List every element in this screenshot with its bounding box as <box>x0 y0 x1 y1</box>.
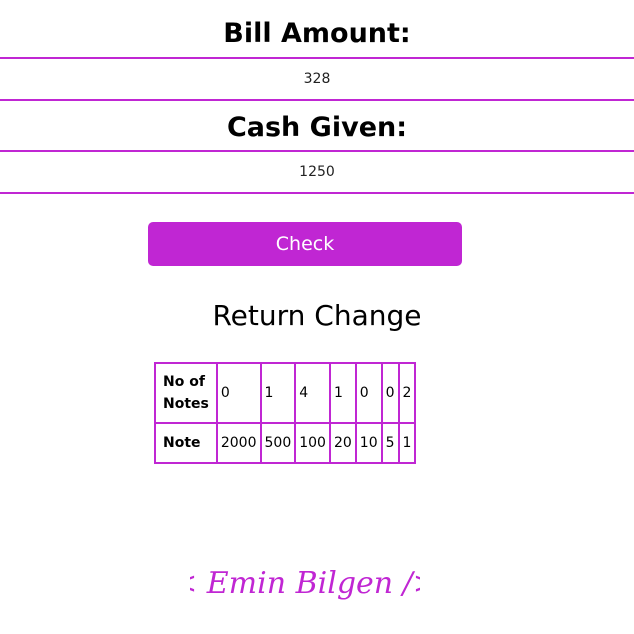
note-cell: 5 <box>380 422 400 464</box>
table-row-notes: Note 2000 500 100 20 10 5 1 <box>154 422 417 464</box>
cash-given-label: Cash Given: <box>226 112 408 143</box>
count-cell: 1 <box>328 362 357 424</box>
change-table: No of Notes 0 1 4 1 0 0 2 Note 2000 500 … <box>154 362 417 464</box>
page: Bill Amount: Cash Given: Check Return Ch… <box>0 0 634 634</box>
count-cell: 2 <box>397 362 417 424</box>
note-cell: 20 <box>328 422 357 464</box>
count-cell: 4 <box>294 362 331 424</box>
row-header-note: Note <box>154 422 218 464</box>
row-header-count: No of Notes <box>154 362 218 424</box>
signature-text: < Emin Bilgen /> <box>190 566 420 601</box>
check-button[interactable]: Check <box>148 222 462 266</box>
count-cell: 0 <box>215 362 262 424</box>
signature-logo: < Emin Bilgen /> <box>190 566 420 601</box>
cash-given-input[interactable] <box>0 150 634 194</box>
table-row-counts: No of Notes 0 1 4 1 0 0 2 <box>154 362 417 424</box>
note-cell: 1 <box>397 422 417 464</box>
count-cell: 1 <box>259 362 297 424</box>
note-cell: 10 <box>354 422 383 464</box>
note-cell: 2000 <box>215 422 262 464</box>
note-cell: 100 <box>294 422 331 464</box>
bill-amount-input[interactable] <box>0 57 634 101</box>
note-cell: 500 <box>259 422 297 464</box>
count-cell: 0 <box>380 362 400 424</box>
count-cell: 0 <box>354 362 383 424</box>
bill-amount-label: Bill Amount: <box>223 18 411 49</box>
return-change-title: Return Change <box>212 299 422 332</box>
